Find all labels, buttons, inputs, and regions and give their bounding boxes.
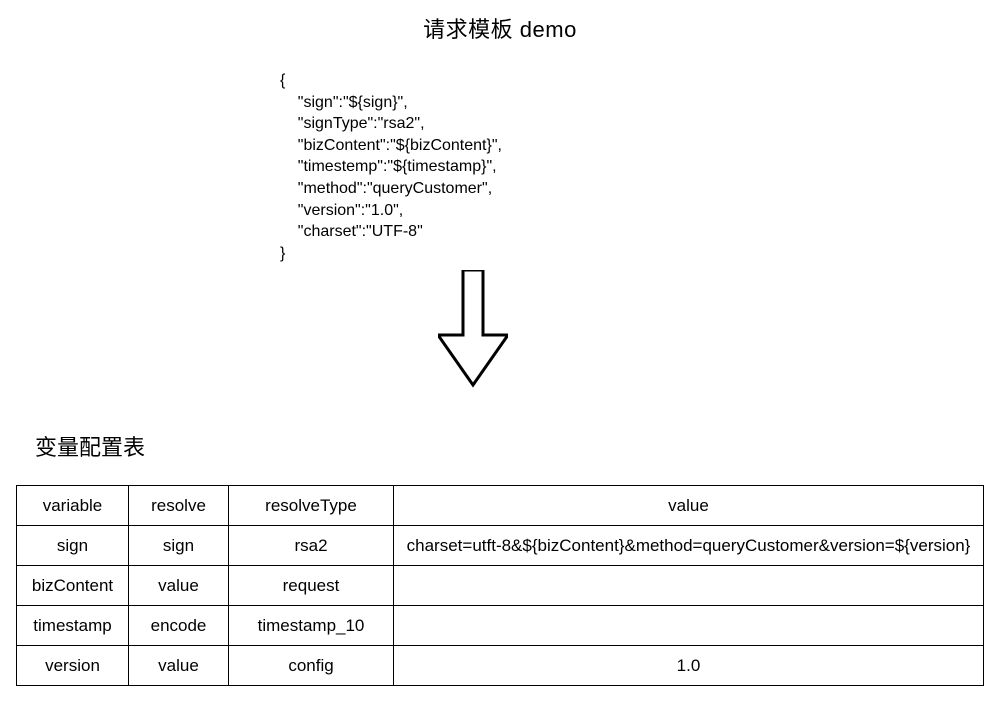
- table-row: version value config 1.0: [17, 646, 984, 686]
- page-title: 请求模板 demo: [0, 12, 1000, 44]
- variable-config-table: variable resolve resolveType value sign …: [16, 485, 984, 686]
- cell-value: [394, 566, 984, 606]
- cell-variable: sign: [17, 526, 129, 566]
- cell-resolvetype: config: [229, 646, 394, 686]
- cell-resolve: value: [129, 566, 229, 606]
- table-header-row: variable resolve resolveType value: [17, 486, 984, 526]
- cell-resolve: value: [129, 646, 229, 686]
- col-header-resolvetype: resolveType: [229, 486, 394, 526]
- col-header-value: value: [394, 486, 984, 526]
- cell-resolve: encode: [129, 606, 229, 646]
- cell-resolvetype: timestamp_10: [229, 606, 394, 646]
- cell-variable: version: [17, 646, 129, 686]
- cell-resolvetype: rsa2: [229, 526, 394, 566]
- variable-config-label: 变量配置表: [35, 430, 145, 462]
- cell-value: charset=utft-8&${bizContent}&method=quer…: [394, 526, 984, 566]
- cell-resolvetype: request: [229, 566, 394, 606]
- request-template-code: { "sign":"${sign}", "signType":"rsa2", "…: [280, 70, 502, 264]
- down-arrow-icon: [438, 270, 508, 390]
- table-row: timestamp encode timestamp_10: [17, 606, 984, 646]
- cell-variable: timestamp: [17, 606, 129, 646]
- table-row: sign sign rsa2 charset=utft-8&${bizConte…: [17, 526, 984, 566]
- table-row: bizContent value request: [17, 566, 984, 606]
- col-header-variable: variable: [17, 486, 129, 526]
- cell-resolve: sign: [129, 526, 229, 566]
- cell-value: 1.0: [394, 646, 984, 686]
- cell-value: [394, 606, 984, 646]
- cell-variable: bizContent: [17, 566, 129, 606]
- col-header-resolve: resolve: [129, 486, 229, 526]
